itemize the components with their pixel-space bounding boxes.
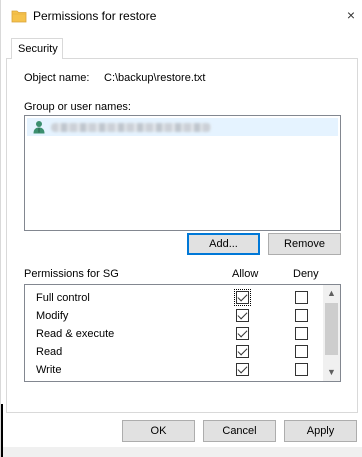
allow-checkbox-full-control[interactable] <box>234 289 251 306</box>
folder-icon <box>11 10 27 23</box>
permission-row-modify: Modify <box>25 307 325 325</box>
object-name-value: C:\backup\restore.txt <box>104 72 206 84</box>
remove-button[interactable]: Remove <box>268 233 341 255</box>
object-name-label: Object name: <box>24 72 90 84</box>
deny-checkbox-full-control[interactable] <box>295 291 308 304</box>
permissions-list[interactable]: Full control Modify Read & execute Read … <box>24 284 341 382</box>
group-names-label: Group or user names: <box>24 101 131 113</box>
allow-column-header: Allow <box>232 268 259 280</box>
deny-checkbox-read[interactable] <box>295 345 308 358</box>
permission-row-read: Read <box>25 343 325 361</box>
allow-checkbox-modify[interactable] <box>236 309 249 322</box>
scroll-up-icon[interactable]: ▲ <box>323 285 340 302</box>
redacted-user-name <box>51 123 211 132</box>
permission-name: Write <box>36 364 62 376</box>
list-item[interactable] <box>27 118 338 136</box>
user-icon <box>33 121 45 134</box>
ok-button[interactable]: OK <box>122 420 195 442</box>
tab-security-label: Security <box>18 43 58 55</box>
allow-checkbox-write[interactable] <box>236 363 249 376</box>
window-title: Permissions for restore <box>33 9 157 23</box>
permissions-dialog: Permissions for restore × Security Objec… <box>0 0 362 457</box>
permission-row-write: Write <box>25 361 325 379</box>
deny-column-header: Deny <box>293 268 319 280</box>
allow-checkbox-read-execute[interactable] <box>236 327 249 340</box>
permissions-scrollbar[interactable]: ▲ ▼ <box>323 285 340 381</box>
permissions-for-label: Permissions for SG <box>24 268 119 280</box>
cancel-button[interactable]: Cancel <box>203 420 276 442</box>
close-button[interactable]: × <box>339 0 362 30</box>
permission-row-read-execute: Read & execute <box>25 325 325 343</box>
scroll-down-icon[interactable]: ▼ <box>323 364 340 381</box>
permission-name: Read & execute <box>36 328 115 340</box>
allow-checkbox-read[interactable] <box>236 345 249 358</box>
group-user-list[interactable] <box>24 115 341 231</box>
permission-name: Read <box>36 346 63 358</box>
window-bottom-edge <box>1 447 362 457</box>
permission-name: Full control <box>36 292 90 304</box>
deny-checkbox-write[interactable] <box>295 363 308 376</box>
apply-button[interactable]: Apply <box>284 420 357 442</box>
title-bar: Permissions for restore × <box>1 0 362 33</box>
deny-checkbox-modify[interactable] <box>295 309 308 322</box>
tab-security[interactable]: Security <box>11 38 63 59</box>
deny-checkbox-read-execute[interactable] <box>295 327 308 340</box>
permission-row-full-control: Full control <box>25 289 325 307</box>
add-button[interactable]: Add... <box>187 233 260 255</box>
permission-name: Modify <box>36 310 69 322</box>
scroll-thumb[interactable] <box>325 303 338 355</box>
window-edge-mark <box>1 404 3 457</box>
